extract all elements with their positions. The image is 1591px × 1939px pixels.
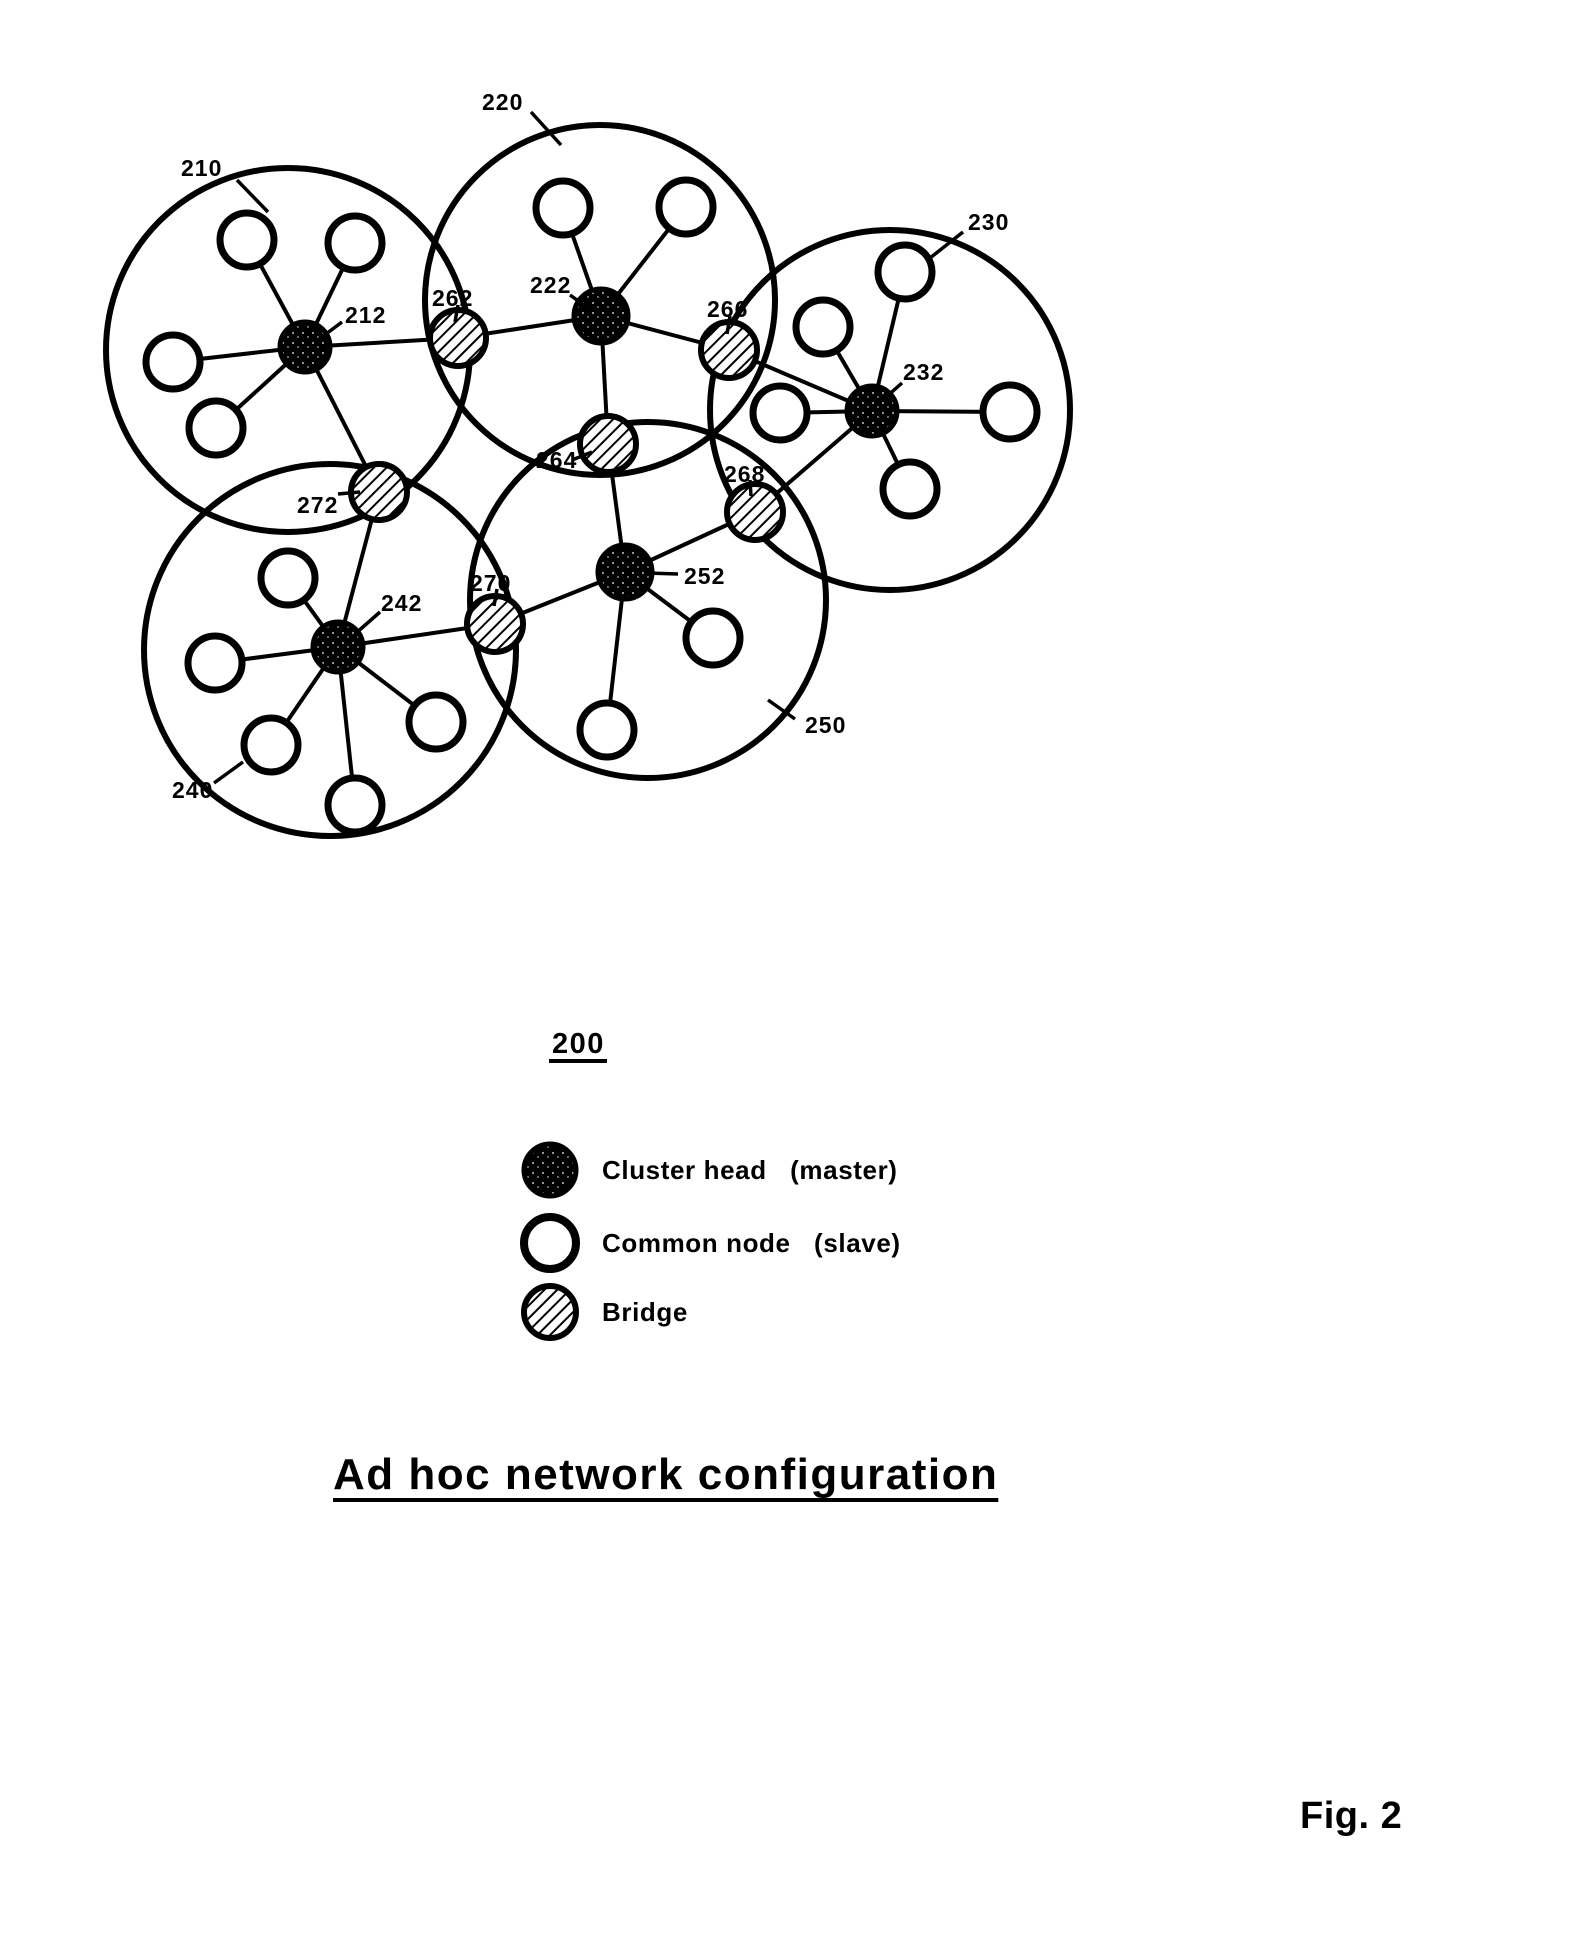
leader-240 xyxy=(212,760,245,785)
common-node[interactable] xyxy=(184,632,246,694)
ref-label-268: 268 xyxy=(724,461,765,487)
bridge-node-262[interactable] xyxy=(427,307,489,369)
common-node[interactable] xyxy=(324,774,386,836)
common-node[interactable] xyxy=(240,714,302,776)
ref-label-240: 240 xyxy=(172,777,213,803)
cluster-head-212[interactable] xyxy=(277,319,333,375)
common-node[interactable] xyxy=(185,397,247,459)
common-node[interactable] xyxy=(792,296,854,358)
bridge-node-268[interactable] xyxy=(724,481,786,543)
figure-number: Fig. 2 xyxy=(1300,1795,1403,1837)
ref-label-232: 232 xyxy=(903,359,944,385)
legend-label-common-node: Common node (slave) xyxy=(602,1228,901,1258)
ref-label-242: 242 xyxy=(381,590,422,616)
common-node[interactable] xyxy=(405,691,467,753)
common-nodes xyxy=(142,176,1041,836)
leader-252 xyxy=(646,571,679,576)
legend-label-bridge: Bridge xyxy=(602,1297,688,1327)
legend-bridge-icon xyxy=(521,1283,579,1341)
figure-2-diagram: 210 212 220 222 230 232 240 242 250 252 … xyxy=(103,89,1073,1341)
leader-242 xyxy=(353,610,382,636)
ref-label-266: 266 xyxy=(707,296,748,322)
cluster-head-242[interactable] xyxy=(310,619,366,675)
legend-label-cluster-head: Cluster head (master) xyxy=(602,1155,898,1185)
ref-label-270: 270 xyxy=(470,570,511,596)
ref-label-212: 212 xyxy=(345,302,386,328)
common-node[interactable] xyxy=(874,241,936,303)
legend xyxy=(520,1141,580,1341)
common-node[interactable] xyxy=(879,458,941,520)
common-node[interactable] xyxy=(216,209,278,271)
common-node[interactable] xyxy=(655,176,717,238)
ref-label-230: 230 xyxy=(968,209,1009,235)
ref-label-222: 222 xyxy=(530,272,571,298)
common-node[interactable] xyxy=(142,331,204,393)
figure-title: Ad hoc network configuration xyxy=(333,1450,999,1499)
ref-label-210: 210 xyxy=(181,155,222,181)
leader-210 xyxy=(235,178,270,214)
ref-label-200: 200 xyxy=(552,1028,605,1060)
system-reference-200: 200 xyxy=(549,1028,607,1063)
common-node[interactable] xyxy=(532,177,594,239)
bridge-node-264[interactable] xyxy=(577,413,639,475)
ref-label-272: 272 xyxy=(297,492,338,518)
legend-cluster-head-icon xyxy=(521,1141,579,1199)
common-node[interactable] xyxy=(576,699,638,761)
legend-common-node-icon xyxy=(520,1213,580,1273)
common-node[interactable] xyxy=(324,212,386,274)
common-node[interactable] xyxy=(257,547,319,609)
ref-label-264: 264 xyxy=(536,447,577,473)
leader-272 xyxy=(337,490,361,496)
cluster-boundary-250 xyxy=(467,419,829,781)
common-node[interactable] xyxy=(979,381,1041,443)
ref-label-250: 250 xyxy=(805,712,846,738)
ref-label-252: 252 xyxy=(684,563,725,589)
cluster-head-252[interactable] xyxy=(595,542,655,602)
common-node[interactable] xyxy=(682,607,744,669)
ref-label-262: 262 xyxy=(432,285,473,311)
cluster-head-222[interactable] xyxy=(571,286,631,346)
common-node[interactable] xyxy=(749,382,811,444)
ref-label-220: 220 xyxy=(482,89,523,115)
